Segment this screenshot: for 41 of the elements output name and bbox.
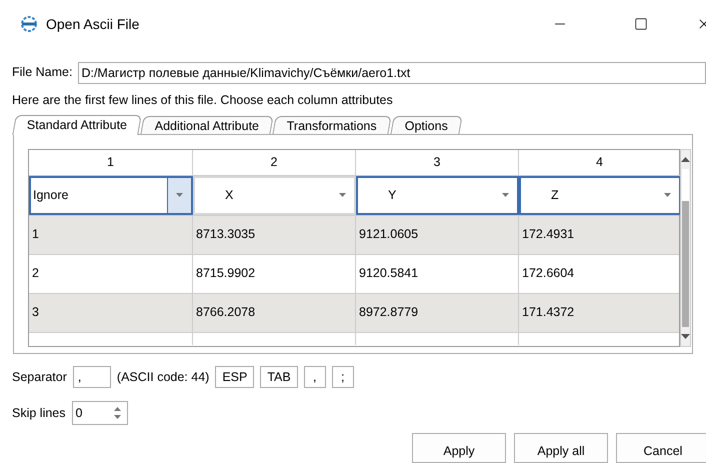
- tab[interactable]: Transformations: [272, 116, 392, 134]
- file-name-field[interactable]: D:/Магистр полевые данные/Klimavichy/Съёмки/aero1.txt: [78, 62, 706, 84]
- scroll-thumb[interactable]: [682, 168, 689, 201]
- tab[interactable]: Additional Attribute: [140, 116, 274, 134]
- scroll-up-icon[interactable]: [681, 156, 690, 162]
- vertical-scrollbar[interactable]: [680, 148, 691, 347]
- separator-preset-button[interactable]: TAB: [260, 366, 298, 388]
- dialog-button[interactable]: Apply: [412, 433, 506, 463]
- attribute-dropdown[interactable]: Y: [356, 176, 519, 215]
- separator-label: Separator: [12, 368, 67, 386]
- table-cell: 8766.2078: [193, 294, 356, 332]
- ascii-code-text: (ASCII code: 44): [116, 368, 210, 386]
- separator-preset-button[interactable]: ESP: [215, 366, 254, 388]
- column-header: 2: [193, 150, 356, 176]
- dialog-button[interactable]: Apply all: [514, 433, 608, 463]
- dropdown-arrow-icon: [338, 193, 346, 198]
- dropdown-arrow-icon: [176, 193, 183, 198]
- tab[interactable]: Standard Attribute: [12, 114, 142, 135]
- scroll-down-icon[interactable]: [681, 334, 690, 339]
- spin-arrows-icon[interactable]: [114, 407, 120, 419]
- column-header: 1: [29, 150, 193, 176]
- window-title: Open Ascii File: [46, 14, 140, 34]
- column-header: 3: [356, 150, 519, 176]
- tab[interactable]: Options: [390, 116, 463, 134]
- skip-lines-label: Skip lines: [12, 404, 66, 422]
- table-cell: 3: [29, 294, 193, 332]
- attribute-dropdown[interactable]: X: [193, 176, 356, 215]
- attribute-dropdown[interactable]: Z: [519, 176, 681, 215]
- dropdown-arrow-icon: [664, 193, 670, 198]
- dialog-button[interactable]: Cancel: [616, 433, 706, 463]
- separator-field[interactable]: ,: [72, 366, 111, 388]
- separator-preset-button[interactable]: ;: [332, 366, 354, 388]
- instructions-text: Here are the first few lines of this file. Choose each column attributes: [11, 92, 394, 110]
- dropdown-arrow-icon: [502, 193, 508, 198]
- skip-lines-spinbox[interactable]: 0: [72, 401, 128, 425]
- maximize-icon[interactable]: [634, 17, 648, 31]
- file-name-label: File Name:: [12, 64, 72, 82]
- app-logo-icon: [20, 15, 38, 33]
- attribute-dropdown[interactable]: Ignore: [29, 176, 193, 215]
- separator-preset-button[interactable]: ,: [304, 366, 326, 388]
- table-cell: 8972.8779: [356, 294, 519, 332]
